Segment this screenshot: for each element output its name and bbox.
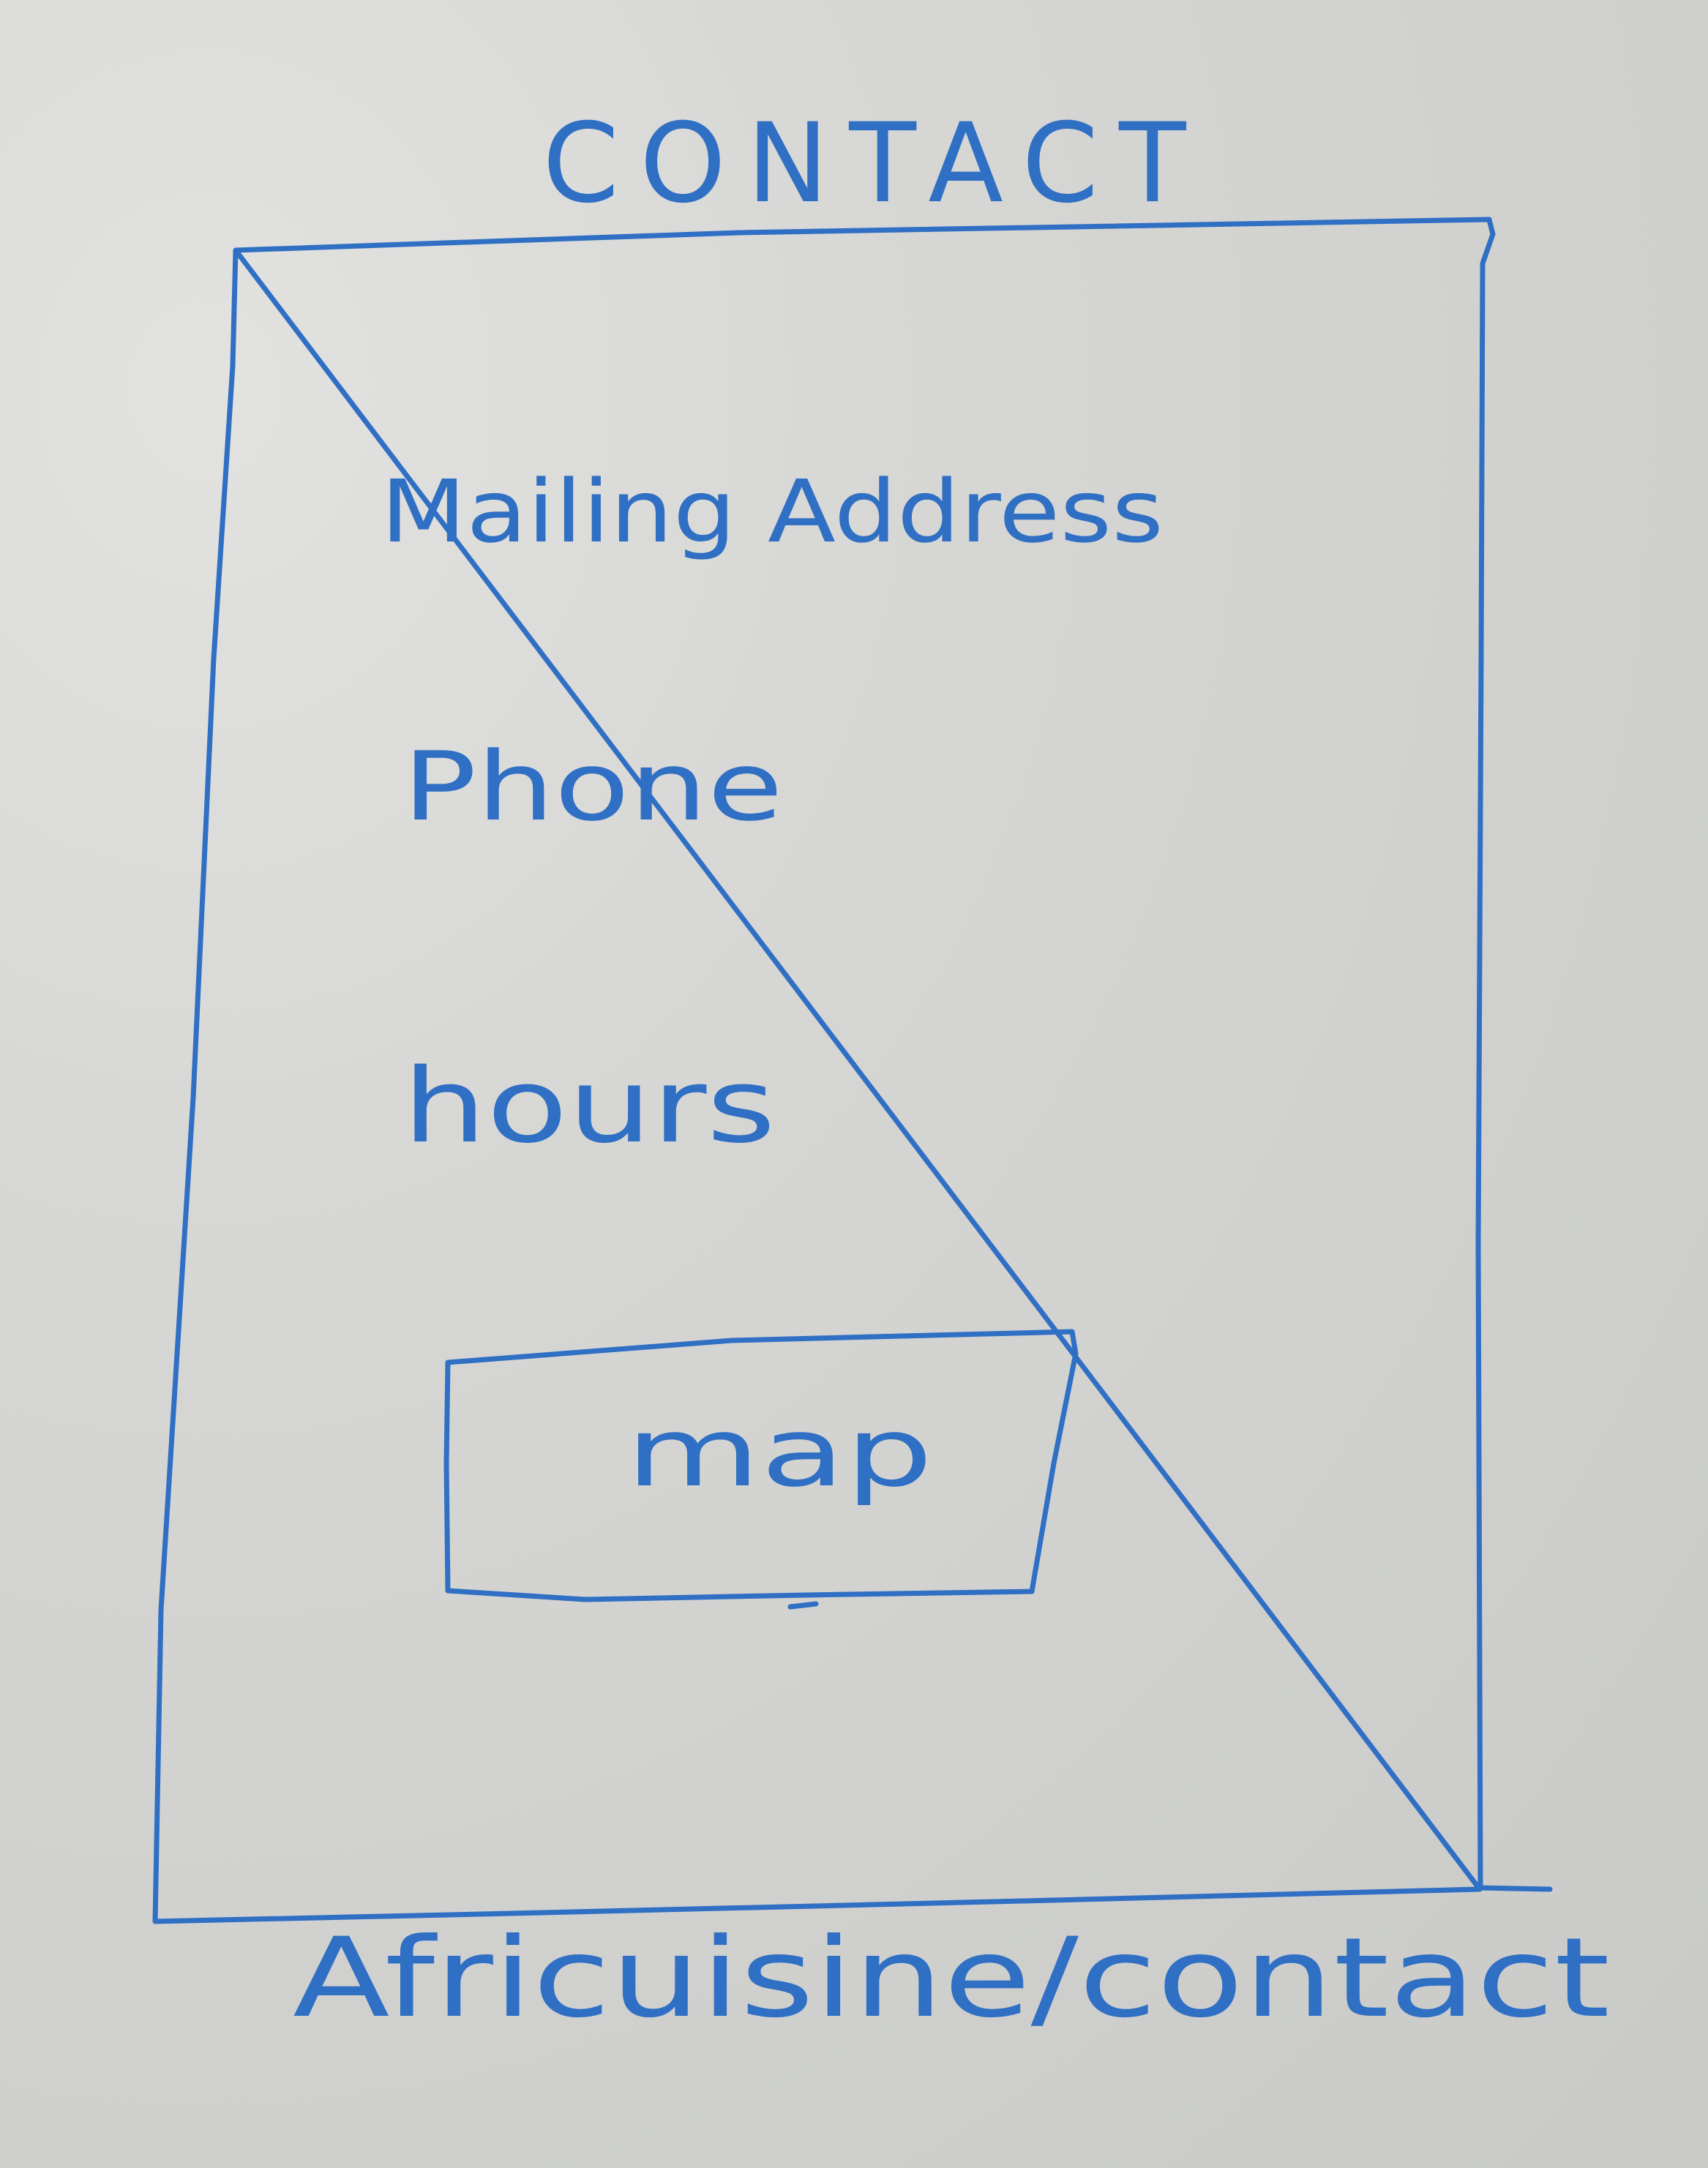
url-caption: Africuisine/contact — [293, 1915, 1610, 2042]
phone-label: Phone — [402, 731, 783, 842]
mailing-address-label: Mailing Address — [381, 461, 1164, 562]
page-title: CONTACT — [542, 100, 1206, 228]
map-label: map — [626, 1397, 933, 1508]
hours-label: hours — [402, 1047, 776, 1166]
whiteboard-sketch: CONTACT Mailing Address Phone hours map … — [152, 100, 1610, 2042]
